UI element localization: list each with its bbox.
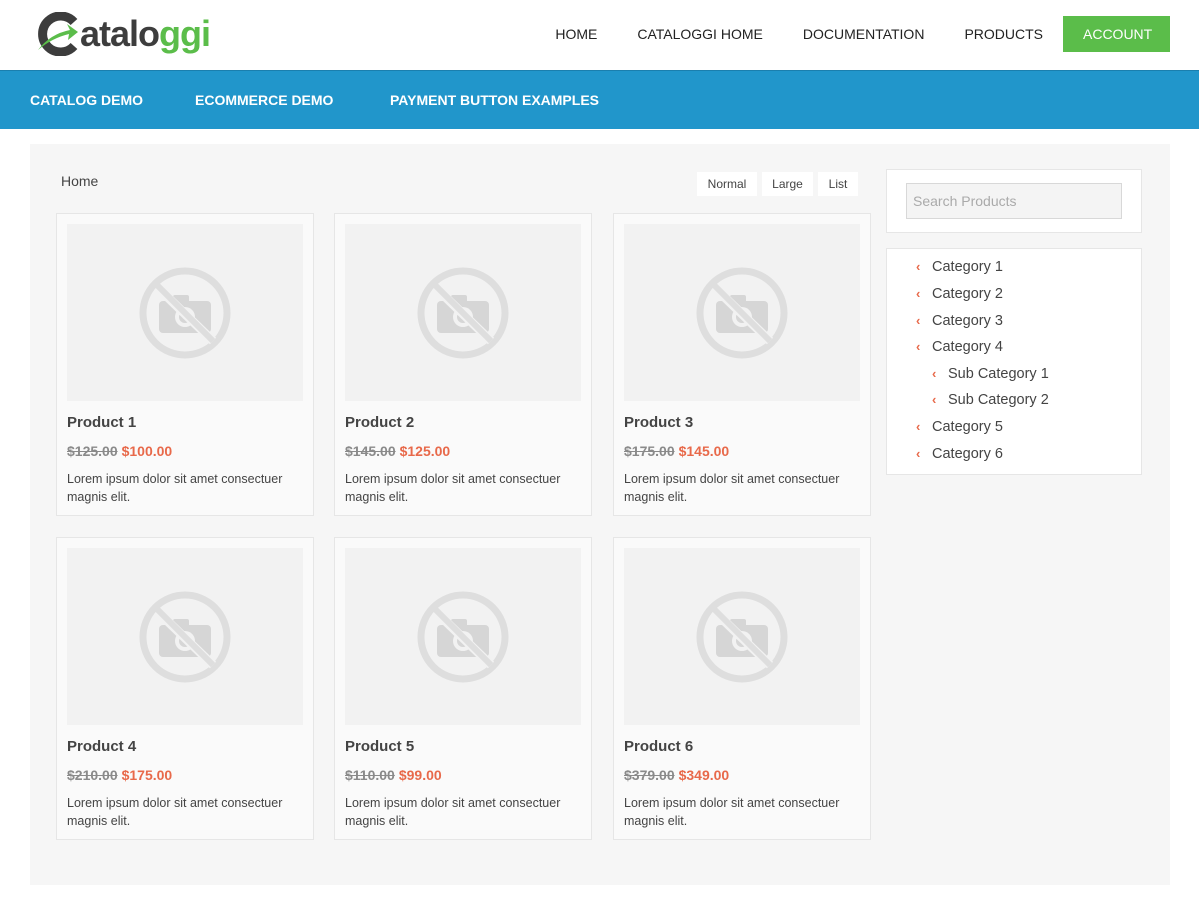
search-input[interactable] [906,183,1122,219]
logo-wordmark: ataloggi [80,13,211,54]
category-label: Category 6 [932,446,1003,462]
original-price: $175.00 [624,443,675,459]
product-price: $145.00 $125.00 [345,443,450,459]
top-navigation: HOME CATALOGGI HOME DOCUMENTATION PRODUC… [535,16,1170,52]
nav-home[interactable]: HOME [535,16,617,52]
no-camera-icon [696,591,788,682]
product-name[interactable]: Product 4 [67,738,136,755]
view-normal-button[interactable]: Normal [697,172,757,196]
category-item[interactable]: ‹ Category 6 [916,446,1003,462]
product-image[interactable] [624,548,860,725]
product-description: Lorem ipsum dolor sit amet consectuer ma… [67,472,283,504]
product-description: Lorem ipsum dolor sit amet consectuer ma… [345,472,561,504]
product-description: Lorem ipsum dolor sit amet consectuer ma… [67,796,283,828]
product-image[interactable] [624,224,860,401]
product-card[interactable]: Product 1 $125.00 $100.00 Lorem ipsum dol… [56,213,314,516]
subnav-ecommerce-demo[interactable]: ECOMMERCE DEMO [195,71,333,129]
category-label: Category 1 [932,259,1003,275]
subcategory-item[interactable]: ‹ Sub Category 1 [932,366,1049,382]
category-item[interactable]: ‹ Category 5 [916,419,1003,435]
product-price: $125.00 $100.00 [67,443,172,459]
sale-price: $125.00 [399,443,451,459]
sale-price: $100.00 [121,443,173,459]
chevron-left-icon: ‹ [932,392,937,407]
view-list-button[interactable]: List [818,172,858,196]
account-button[interactable]: ACCOUNT [1063,16,1170,52]
breadcrumb[interactable]: Home [61,173,98,189]
category-label: Category 4 [932,339,1003,355]
sale-price: $145.00 [678,443,730,459]
nav-documentation[interactable]: DOCUMENTATION [783,16,945,52]
product-name[interactable]: Product 6 [624,738,693,755]
category-item[interactable]: ‹ Category 3 [916,313,1003,329]
subnav-catalog-demo[interactable]: CATALOG DEMO [30,71,143,129]
original-price: $379.00 [624,767,675,783]
product-price: $175.00 $145.00 [624,443,729,459]
product-image[interactable] [345,548,581,725]
category-item[interactable]: ‹ Category 4 [916,339,1003,355]
category-label: Sub Category 2 [948,392,1049,408]
chevron-left-icon: ‹ [916,286,921,301]
site-header: ataloggi HOME CATALOGGI HOME DOCUMENTATI… [0,0,1199,70]
sub-navigation: CATALOG DEMO ECOMMERCE DEMO PAYMENT BUTT… [0,70,1199,129]
original-price: $145.00 [345,443,396,459]
product-description: Lorem ipsum dolor sit amet consectuer ma… [624,796,840,828]
category-item[interactable]: ‹ Category 2 [916,286,1003,302]
product-price: $210.00 $175.00 [67,767,172,783]
product-card[interactable]: Product 4 $210.00 $175.00 Lorem ipsum dol… [56,537,314,840]
product-name[interactable]: Product 1 [67,414,136,431]
product-card[interactable]: Product 6 $379.00 $349.00 Lorem ipsum dol… [613,537,871,840]
chevron-left-icon: ‹ [916,259,921,274]
product-image[interactable] [67,548,303,725]
product-image[interactable] [67,224,303,401]
logo-mark-icon [38,12,78,56]
product-image[interactable] [345,224,581,401]
product-price: $379.00 $349.00 [624,767,729,783]
no-camera-icon [139,591,231,682]
no-camera-icon [139,267,231,358]
original-price: $110.00 [345,767,395,783]
chevron-left-icon: ‹ [916,339,921,354]
subcategory-item[interactable]: ‹ Sub Category 2 [932,392,1049,408]
chevron-left-icon: ‹ [916,446,921,461]
product-price: $110.00 $99.00 [345,767,442,783]
view-large-button[interactable]: Large [762,172,813,196]
no-camera-icon [417,591,509,682]
category-label: Category 3 [932,313,1003,329]
cataloggi-logo[interactable]: ataloggi [36,8,211,60]
original-price: $125.00 [67,443,118,459]
product-card[interactable]: Product 3 $175.00 $145.00 Lorem ipsum dol… [613,213,871,516]
nav-cataloggi-home[interactable]: CATALOGGI HOME [617,16,783,52]
product-card[interactable]: Product 5 $110.00 $99.00 Lorem ipsum dolo… [334,537,592,840]
category-label: Category 2 [932,286,1003,302]
chevron-left-icon: ‹ [916,419,921,434]
chevron-left-icon: ‹ [916,313,921,328]
no-camera-icon [696,267,788,358]
product-name[interactable]: Product 3 [624,414,693,431]
sale-price: $349.00 [678,767,730,783]
search-box [886,169,1142,233]
product-card[interactable]: Product 2 $145.00 $125.00 Lorem ipsum dol… [334,213,592,516]
product-description: Lorem ipsum dolor sit amet consectuer ma… [624,472,840,504]
sale-price: $99.00 [398,767,442,783]
category-list: ‹ Category 1 ‹ Category 2 ‹ Category 3 ‹ Catego… [886,248,1142,475]
subnav-payment-button-examples[interactable]: PAYMENT BUTTON EXAMPLES [390,71,599,129]
no-camera-icon [417,267,509,358]
chevron-left-icon: ‹ [932,366,937,381]
category-item[interactable]: ‹ Category 1 [916,259,1003,275]
product-name[interactable]: Product 2 [345,414,414,431]
product-name[interactable]: Product 5 [345,738,414,755]
sale-price: $175.00 [121,767,173,783]
category-label: Category 5 [932,419,1003,435]
product-description: Lorem ipsum dolor sit amet consectuer ma… [345,796,561,828]
category-label: Sub Category 1 [948,366,1049,382]
original-price: $210.00 [67,767,118,783]
nav-products[interactable]: PRODUCTS [944,16,1063,52]
